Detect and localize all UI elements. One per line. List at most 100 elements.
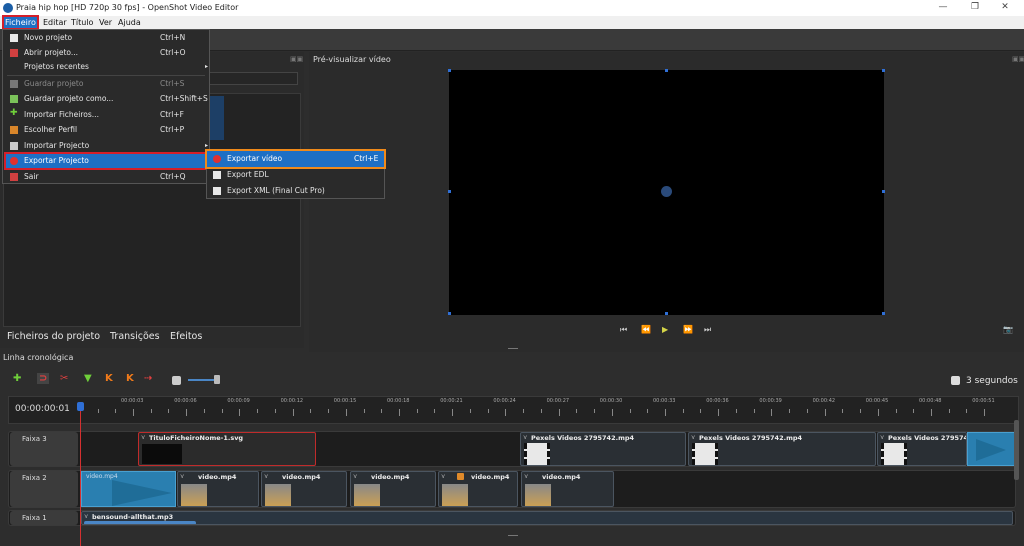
tab-transitions[interactable]: Transições — [110, 331, 160, 342]
play-icon[interactable]: ▶ — [662, 325, 668, 334]
tab-project-files[interactable]: Ficheiros do projeto — [7, 331, 100, 342]
ruler-tick — [966, 409, 968, 413]
ruler-tick — [718, 409, 720, 416]
zoom-scale-checkbox[interactable] — [951, 376, 960, 385]
timeline-scrollbar[interactable] — [1014, 420, 1019, 480]
add-marker-icon[interactable]: ▼ — [84, 373, 92, 384]
ruler-time-label: 00:00:15 — [333, 398, 357, 404]
menu-ajuda[interactable]: Ajuda — [117, 17, 142, 28]
video-clip[interactable]: ⋎ video.mp4 — [177, 471, 259, 507]
resize-handle[interactable] — [448, 190, 451, 193]
audio-clip[interactable]: ⋎ bensound-allthat.mp3 — [81, 511, 1013, 525]
clip-menu-icon[interactable]: ⋎ — [524, 473, 528, 480]
panel-dock-icon[interactable]: ▣▣ — [290, 55, 303, 63]
splitter-handle[interactable] — [508, 348, 518, 349]
files-filter-input[interactable] — [205, 72, 298, 85]
menu-item-exit[interactable]: Sair Ctrl+Q — [6, 170, 207, 184]
clip-menu-icon[interactable]: ⋎ — [264, 473, 268, 480]
menu-item-export-video[interactable]: Exportar vídeo Ctrl+E — [205, 149, 386, 169]
splitter-handle[interactable] — [508, 535, 518, 536]
transform-center-handle[interactable] — [661, 186, 672, 197]
menu-item-recent-projects[interactable]: Projetos recentes ▸ — [6, 60, 208, 74]
minimize-button[interactable]: — — [936, 2, 950, 14]
clip-thumbnail — [265, 484, 291, 506]
menu-item-import-project[interactable]: Importar Projecto ▸ — [6, 139, 208, 153]
playhead-line[interactable] — [80, 402, 81, 546]
ruler-time-label: 00:00:27 — [546, 398, 570, 404]
clip-menu-icon[interactable]: ⋎ — [691, 434, 695, 441]
clip-thumbnail — [525, 484, 551, 506]
ruler-time-label: 00:00:03 — [121, 398, 144, 404]
jump-end-icon[interactable]: ⏭ — [704, 325, 711, 335]
next-marker-icon[interactable]: K — [126, 373, 134, 384]
snap-icon[interactable]: ⊃ — [37, 373, 50, 384]
clip-label: video.mp4 — [86, 473, 118, 480]
menu-item-save-project-as[interactable]: Guardar projeto como... Ctrl+Shift+S — [6, 92, 208, 106]
video-clip[interactable]: ⋎ Pexels Videos 2795742.mp4 — [688, 432, 876, 466]
resize-handle[interactable] — [882, 312, 885, 315]
jump-start-icon[interactable]: ⏮ — [620, 325, 627, 335]
preview-dock-icon[interactable]: ▣▣ — [1012, 55, 1024, 63]
resize-handle[interactable] — [665, 69, 668, 72]
menu-item-choose-profile[interactable]: Escolher Perfil Ctrl+P — [6, 123, 207, 137]
title-clip[interactable]: ⋎ TituloFicheiroNome-1.svg — [138, 432, 316, 466]
video-clip[interactable]: ⋎ video.mp4 — [261, 471, 347, 507]
zoom-out-icon[interactable] — [172, 376, 181, 385]
menu-ver[interactable]: Ver — [98, 17, 113, 28]
export-submenu: Exportar vídeo Ctrl+E Export EDL Export … — [205, 149, 386, 199]
resize-handle[interactable] — [448, 312, 451, 315]
previous-marker-icon[interactable]: K — [105, 373, 113, 384]
rewind-icon[interactable]: ⏪ — [641, 325, 651, 334]
maximize-button[interactable]: ❐ — [968, 2, 982, 14]
close-button[interactable]: ✕ — [998, 2, 1012, 14]
video-clip[interactable]: ⋎ video.mp4 — [521, 471, 614, 507]
transition-clip[interactable]: video.mp4 — [81, 471, 176, 507]
video-clip[interactable]: ⋎ video.mp4 — [350, 471, 436, 507]
ruler-time-label: 00:00:36 — [706, 398, 729, 404]
ruler-tick — [877, 409, 879, 416]
menu-ficheiro[interactable]: Ficheiro — [2, 15, 39, 30]
clip-menu-icon[interactable]: ⋎ — [441, 473, 445, 480]
zoom-slider-thumb[interactable] — [214, 375, 220, 384]
fast-forward-icon[interactable]: ⏩ — [683, 325, 693, 334]
clip-menu-icon[interactable]: ⋎ — [880, 434, 884, 441]
clip-menu-icon[interactable]: ⋎ — [84, 513, 88, 520]
menu-item-open-project[interactable]: Abrir projeto... Ctrl+O — [6, 46, 207, 60]
menu-item-export-project[interactable]: Exportar Projecto ▸ — [4, 152, 209, 170]
track-name[interactable]: Faixa 1 — [10, 511, 78, 525]
video-clip[interactable]: ⋎ video.mp4 — [438, 471, 518, 507]
clip-thumbnail — [181, 484, 207, 506]
camera-icon[interactable]: 📷 — [1003, 325, 1013, 334]
center-playhead-icon[interactable]: ⇢ — [144, 373, 152, 384]
window-title: Praia hip hop [HD 720p 30 fps] - OpenSho… — [16, 3, 239, 12]
clip-menu-icon[interactable]: ⋎ — [141, 434, 145, 441]
menu-item-import-files[interactable]: ✚ Importar Ficheiros... Ctrl+F — [6, 108, 207, 122]
add-track-icon[interactable]: ✚ — [13, 373, 21, 384]
transition-clip[interactable] — [967, 432, 1015, 466]
track-name[interactable]: Faixa 2 — [10, 471, 78, 507]
video-clip[interactable]: ⋎ Pexels Videos 2795742.mp4 — [520, 432, 686, 466]
menu-item-new-project[interactable]: Novo projeto Ctrl+N — [6, 31, 207, 45]
menu-item-save-project[interactable]: Guardar projeto Ctrl+S — [6, 77, 207, 91]
menu-editar[interactable]: Editar — [42, 17, 68, 28]
resize-handle[interactable] — [882, 190, 885, 193]
tab-effects[interactable]: Efeitos — [170, 331, 202, 342]
clip-menu-icon[interactable]: ⋎ — [523, 434, 527, 441]
effect-badge-icon[interactable] — [457, 473, 464, 480]
menu-titulo[interactable]: Título — [70, 17, 94, 28]
track-name[interactable]: Faixa 3 — [10, 432, 78, 466]
menu-item-export-edl[interactable]: Export EDL — [207, 167, 384, 183]
playhead-handle[interactable] — [77, 402, 84, 411]
video-clip[interactable]: ⋎ Pexels Videos 2795742.mp4 — [877, 432, 967, 466]
clip-menu-icon[interactable]: ⋎ — [180, 473, 184, 480]
ruler-tick — [824, 409, 826, 416]
resize-handle[interactable] — [448, 69, 451, 72]
razor-icon[interactable]: ✂ — [60, 373, 68, 384]
ruler-tick — [913, 409, 915, 413]
clip-menu-icon[interactable]: ⋎ — [353, 473, 357, 480]
ruler-time-label: 00:00:30 — [599, 398, 623, 404]
menu-item-export-xml[interactable]: Export XML (Final Cut Pro) — [207, 183, 384, 199]
resize-handle[interactable] — [665, 312, 668, 315]
resize-handle[interactable] — [882, 69, 885, 72]
profile-icon — [10, 126, 18, 134]
